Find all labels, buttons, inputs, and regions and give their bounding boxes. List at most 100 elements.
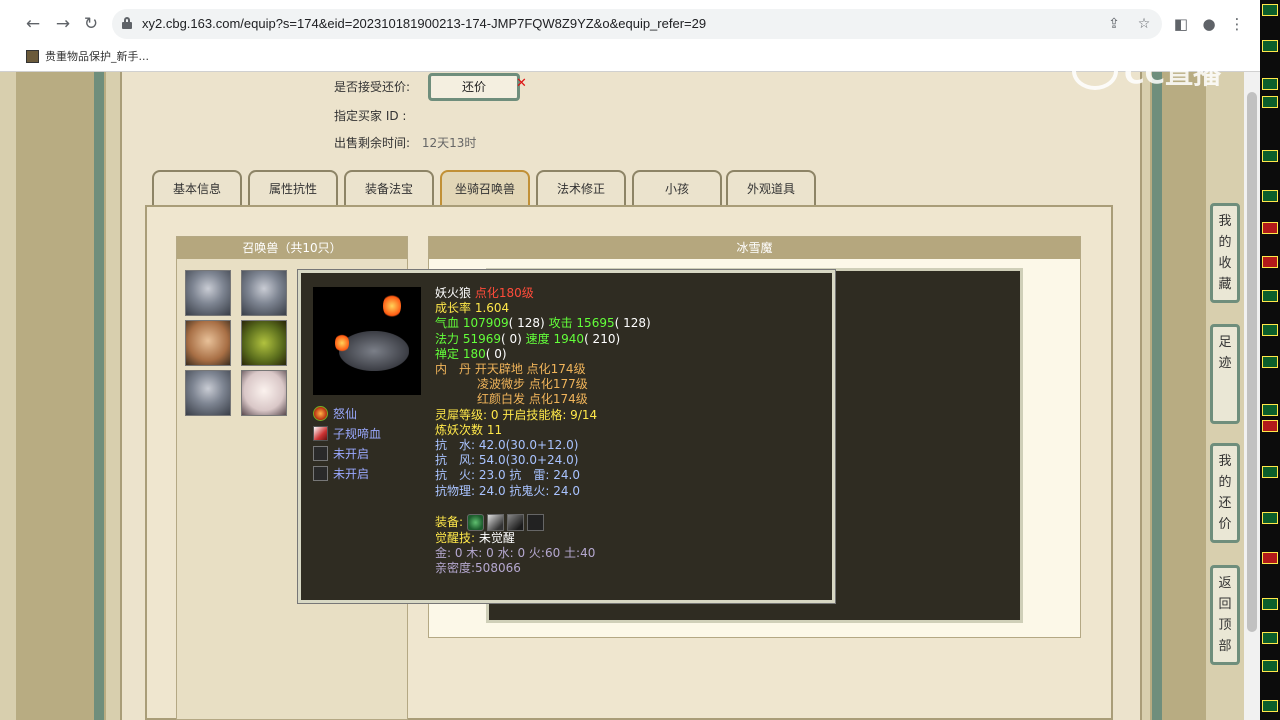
inner-core-item: 凌波微步 点化177级 (477, 377, 588, 392)
equipment-slot-icon[interactable] (466, 513, 484, 531)
star-bookmark-icon[interactable]: ☆ (1134, 14, 1154, 34)
equipment-slot-icon[interactable] (506, 513, 524, 531)
right-decor-frame (1150, 72, 1206, 720)
speed-value: 1940 (553, 331, 585, 346)
hp-extra: ( 128) (508, 316, 545, 331)
bookmark-favicon-icon (26, 49, 39, 63)
equipment-slot-icon[interactable] (526, 513, 544, 531)
buyer-id-row: 指定买家 ID : (334, 107, 406, 124)
strip-badge (1262, 700, 1278, 712)
menu-kebab-icon[interactable]: ⋮ (1226, 13, 1248, 35)
strip-badge (1262, 404, 1278, 416)
browser-toolbar: ← → ↻ xy2.cbg.163.com/equip?s=174&eid=20… (0, 0, 1260, 72)
scroll-thumb[interactable] (1247, 92, 1257, 632)
resist-water: 抗 水: 42.0(30.0+12.0) (435, 438, 579, 453)
mana-value: 51969 (462, 331, 502, 346)
pet-thumbnail[interactable] (241, 320, 287, 366)
bookmark-label: 贵重物品保护_新手... (45, 50, 149, 63)
address-bar[interactable]: xy2.cbg.163.com/equip?s=174&eid=20231018… (112, 9, 1162, 39)
lock-icon[interactable] (122, 17, 132, 29)
resist-physical-ghostfire: 抗物理: 24.0 抗鬼火: 24.0 (435, 483, 580, 498)
pet-thumbnail[interactable] (241, 270, 287, 316)
vertical-scrollbar[interactable] (1244, 72, 1260, 720)
equipment-slots (466, 513, 544, 531)
buyer-id-label: 指定买家 ID : (334, 109, 407, 123)
accept-counter-row: 是否接受还价: (334, 78, 410, 95)
awaken-label: 觉醒技: (435, 530, 476, 545)
equipment-slot-icon[interactable] (486, 513, 504, 531)
watermark-logo-icon (1072, 52, 1118, 90)
tab-attributes[interactable]: 属性抗性 (248, 170, 338, 206)
blood-skill-icon (313, 425, 328, 441)
tab-spell-correction[interactable]: 法术修正 (536, 170, 626, 206)
left-decor-frame (16, 72, 106, 720)
close-x-icon: ✕ (516, 76, 527, 91)
tab-mounts-pets[interactable]: 坐骑召唤兽 (440, 170, 530, 206)
pet-portrait (313, 287, 421, 395)
tab-appearance[interactable]: 外观道具 (726, 170, 816, 206)
inner-core-label: 内 丹 (435, 362, 472, 377)
strip-badge (1262, 660, 1278, 672)
strip-badge (1262, 96, 1278, 108)
strip-badge (1262, 40, 1278, 52)
bookmark-item[interactable]: 贵重物品保护_新手... (26, 48, 149, 64)
skill-item[interactable]: 未开启 (313, 443, 381, 463)
zen-value: 180 (462, 346, 486, 361)
inner-core-item: 红颜白发 点化174级 (477, 392, 588, 407)
fire-skill-icon (313, 405, 328, 421)
hp-value: 107909 (462, 316, 509, 331)
strip-badge (1262, 78, 1278, 90)
pet-thumbnail[interactable] (185, 320, 231, 366)
attack-value: 15695 (576, 316, 615, 331)
nav-back-to-top[interactable]: 返回顶部 (1210, 565, 1240, 665)
locked-slot-icon (313, 465, 328, 481)
nav-footprints[interactable]: 足迹 (1210, 324, 1240, 424)
strip-badge (1262, 420, 1278, 432)
tab-equipment[interactable]: 装备法宝 (344, 170, 434, 206)
nav-my-favorites[interactable]: 我的收藏 (1210, 203, 1240, 303)
skill-list: 怒仙 子规啼血 未开启 未开启 (313, 403, 381, 483)
strip-badge (1262, 324, 1278, 336)
pet-tooltip: 怒仙 子规啼血 未开启 未开启 妖火狼 点化180级 成长率 1.604 气血 … (298, 270, 835, 603)
speed-extra: ( 210) (584, 331, 621, 346)
tab-basic-info[interactable]: 基本信息 (152, 170, 242, 206)
pet-list-title: 召唤兽（共10只） (177, 237, 407, 259)
elements: 金: 0 木: 0 水: 0 火:60 土:40 (435, 546, 596, 561)
reload-icon[interactable]: ↻ (80, 13, 102, 35)
url-text[interactable]: xy2.cbg.163.com/equip?s=174&eid=20231018… (142, 16, 706, 31)
share-icon[interactable]: ⇪ (1104, 14, 1124, 34)
nav-my-counter-offers[interactable]: 我的还价 (1210, 443, 1240, 543)
pet-thumbnail[interactable] (185, 270, 231, 316)
tab-children[interactable]: 小孩 (632, 170, 722, 206)
back-arrow-icon[interactable]: ← (22, 13, 44, 35)
resist-wind: 抗 风: 54.0(30.0+24.0) (435, 453, 579, 468)
attack-label: 攻击 (548, 316, 573, 331)
awaken-value: 未觉醒 (478, 530, 515, 545)
refine-count: 炼妖次数 11 (435, 422, 503, 437)
zen-label: 禅定 (435, 346, 460, 361)
profile-avatar-icon[interactable]: ● (1198, 13, 1220, 35)
strip-badge (1262, 552, 1278, 564)
lingxi-value: 0 开启技能格: 9/14 (490, 407, 598, 422)
skill-item[interactable]: 子规啼血 (313, 423, 381, 443)
skill-item[interactable]: 未开启 (313, 463, 381, 483)
strip-badge (1262, 150, 1278, 162)
side-panel-icon[interactable]: ◧ (1170, 13, 1192, 35)
forward-arrow-icon[interactable]: → (52, 13, 74, 35)
resist-fire-thunder: 抗 火: 23.0 抗 雷: 24.0 (435, 468, 580, 483)
strip-badge (1262, 512, 1278, 524)
pet-thumbnail[interactable] (241, 370, 287, 416)
pet-thumbnail[interactable] (185, 370, 231, 416)
hp-label: 气血 (435, 316, 460, 331)
counter-offer-button[interactable]: 还价 (428, 73, 520, 101)
watermark-text: CC直播 (1124, 57, 1222, 90)
skill-item[interactable]: 怒仙 (313, 403, 381, 423)
strip-badge (1262, 290, 1278, 302)
time-left-row: 出售剩余时间: 12天13时 (334, 134, 476, 151)
time-left-label: 出售剩余时间: (334, 136, 411, 150)
strip-badge (1262, 356, 1278, 368)
strip-badge (1262, 256, 1278, 268)
zen-extra: ( 0) (485, 346, 507, 361)
strip-badge (1262, 190, 1278, 202)
inner-core-item: 开天辟地 点化174级 (474, 362, 586, 377)
